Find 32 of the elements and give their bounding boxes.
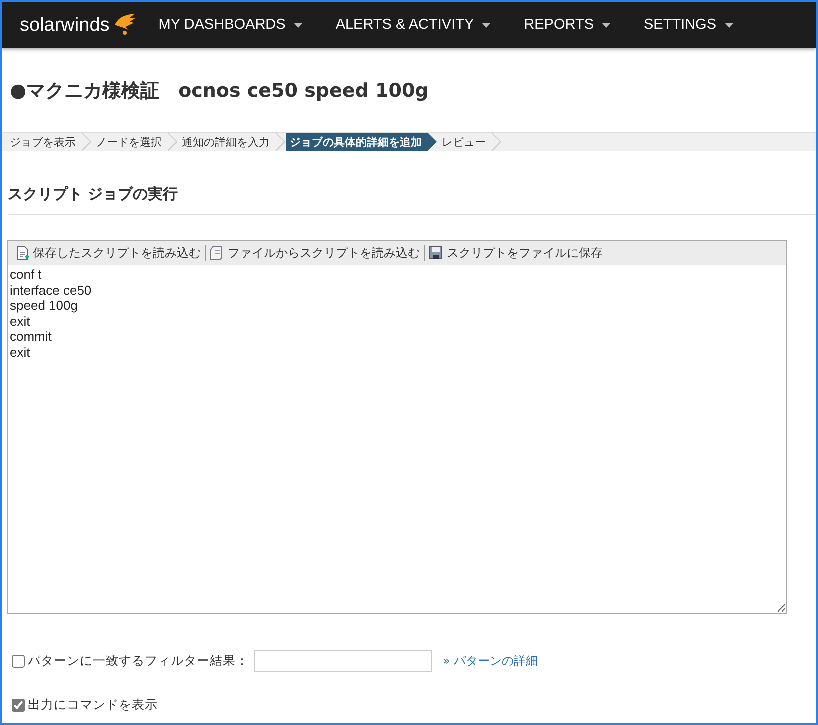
toolbar-button[interactable]: ファイルからスクリプトを読み込む bbox=[206, 244, 424, 262]
caret-icon bbox=[724, 22, 734, 28]
section-title: スクリプト ジョブの実行 bbox=[8, 185, 816, 215]
pattern-field[interactable] bbox=[254, 650, 432, 672]
caret-icon bbox=[482, 22, 492, 28]
wizard-step[interactable]: レビュー bbox=[438, 133, 492, 151]
chevron-icon bbox=[82, 133, 92, 151]
scroll-icon bbox=[210, 246, 224, 260]
chevron-icon bbox=[168, 133, 178, 151]
show-commands-label: 出力にコマンドを表示 bbox=[28, 697, 158, 714]
chevron-icon bbox=[492, 133, 502, 151]
filter-label: パターンに一致するフィルター結果： bbox=[28, 652, 249, 670]
nav-menu[interactable]: SETTINGS bbox=[644, 17, 734, 33]
nav-menu[interactable]: ALERTS & ACTIVITY bbox=[336, 17, 492, 33]
document-icon bbox=[17, 246, 29, 260]
pattern-details-link[interactable]: » パターンの詳細 bbox=[443, 652, 538, 670]
wizard-step[interactable]: ノードを選択 bbox=[92, 133, 168, 151]
caret-icon bbox=[294, 22, 303, 28]
wizard-step[interactable]: ジョブを表示 bbox=[2, 133, 82, 151]
chevron-icon bbox=[276, 133, 286, 151]
chevron-icon bbox=[428, 133, 438, 151]
nav-menu[interactable]: MY DASHBOARDS bbox=[158, 17, 303, 33]
nav-menu[interactable]: REPORTS bbox=[524, 17, 611, 33]
caret-icon bbox=[602, 22, 611, 28]
script-editor[interactable]: conf t interface ce50 speed 100g exit commit exit bbox=[7, 265, 787, 614]
wizard-step[interactable]: 通知の詳細を入力 bbox=[178, 133, 276, 151]
show-commands-checkbox[interactable] bbox=[12, 699, 25, 712]
page-title: ●マクニカ様検証 ocnos ce50 speed 100g bbox=[10, 79, 430, 104]
toolbar-button[interactable]: スクリプトをファイルに保存 bbox=[425, 244, 607, 262]
filter-checkbox[interactable] bbox=[12, 654, 25, 668]
toolbar-button[interactable]: 保存したスクリプトを読み込む bbox=[13, 244, 205, 262]
brand-name: solarwinds bbox=[20, 15, 110, 37]
